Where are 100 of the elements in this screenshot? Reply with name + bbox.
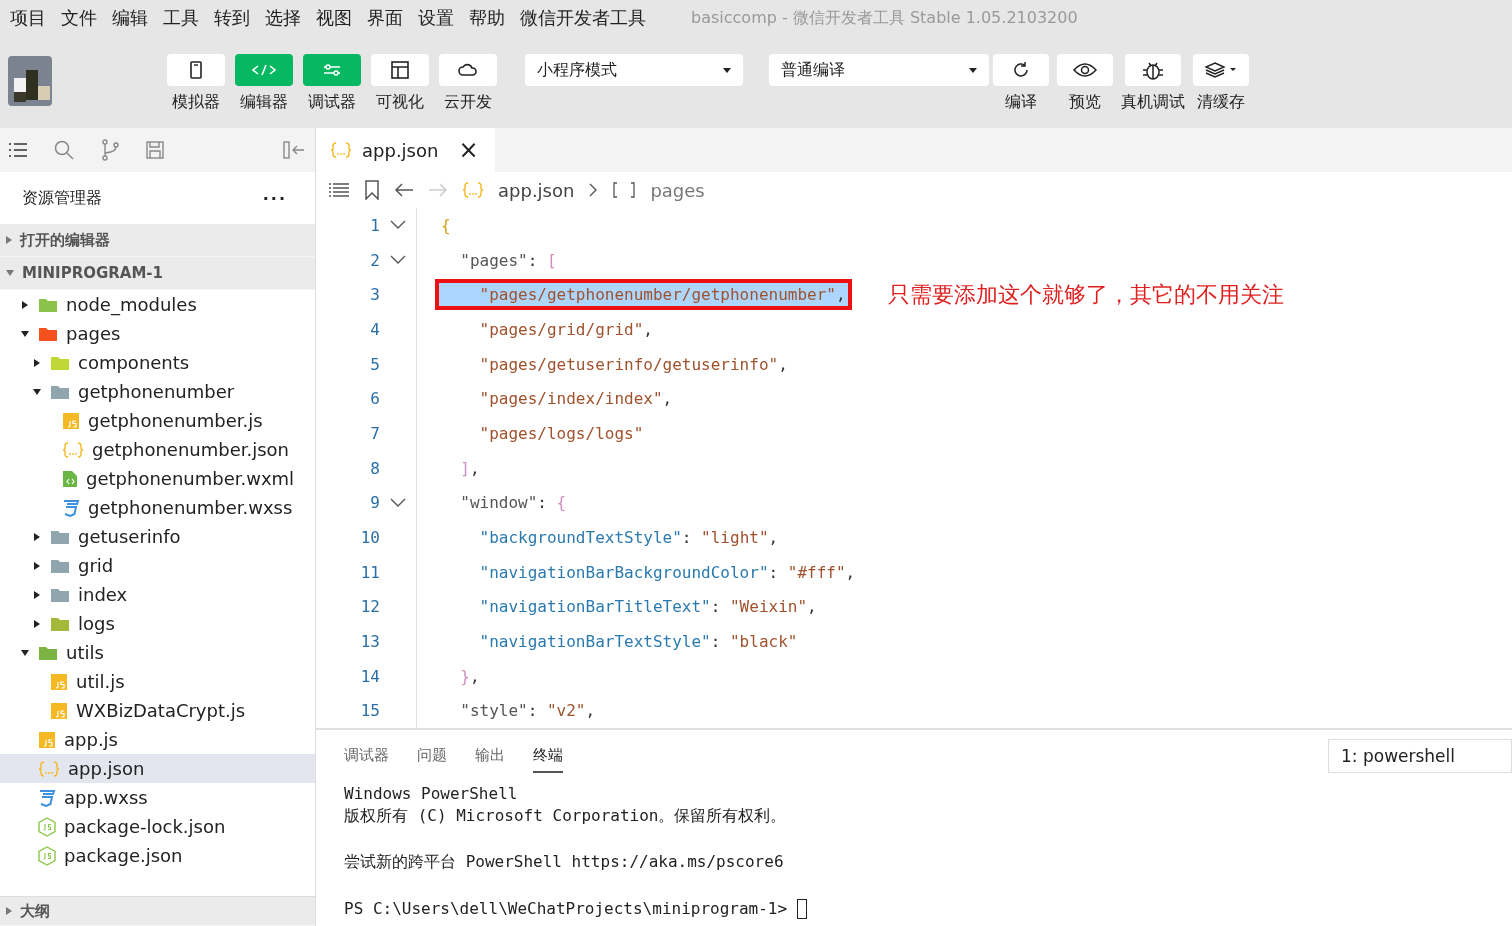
bookmark-icon[interactable]: [364, 180, 380, 200]
file-tree-item[interactable]: getphonenumber.js: [0, 406, 315, 435]
section-header[interactable]: 打开的编辑器: [0, 224, 315, 257]
line-number: 15: [359, 701, 380, 721]
braces-icon: [38, 759, 60, 778]
file-tree-item[interactable]: logs: [0, 609, 315, 638]
code-line: },: [459, 665, 481, 688]
list-icon[interactable]: [8, 142, 28, 158]
hexagon-icon: [38, 816, 56, 837]
view-toggle-button[interactable]: [235, 54, 293, 86]
menu-item[interactable]: 界面: [367, 6, 403, 30]
file-tree-item[interactable]: node_modules: [0, 290, 315, 319]
view-toggle-button[interactable]: [371, 54, 429, 86]
phone-icon: [189, 61, 203, 79]
menu-item[interactable]: 文件: [61, 6, 97, 30]
menu-item[interactable]: 项目: [10, 6, 46, 30]
code-line: "navigationBarTitleText": "Weixin",: [478, 596, 818, 619]
panel-tab[interactable]: 问题: [417, 739, 447, 773]
chevron-icon: [588, 182, 599, 198]
file-tree-item[interactable]: app.js: [0, 725, 315, 754]
branch-icon[interactable]: [100, 139, 120, 161]
file-tree-item[interactable]: getphonenumber.wxml: [0, 464, 315, 493]
cursor-icon: [797, 898, 808, 919]
breadcrumb-item[interactable]: pages: [650, 179, 705, 201]
eye-icon: [1073, 62, 1097, 78]
line-number: 7: [369, 423, 380, 443]
fold-chevron-icon[interactable]: [390, 497, 406, 508]
panel-tab[interactable]: 输出: [475, 739, 505, 773]
file-tree-item[interactable]: util.js: [0, 667, 315, 696]
hexagon-icon: [38, 845, 56, 866]
terminal-output: Windows PowerShell: [344, 784, 518, 804]
toolbar-button[interactable]: [1193, 54, 1249, 86]
braces-icon: [330, 141, 352, 159]
menu-item[interactable]: 转到: [214, 6, 250, 30]
line-number: 9: [369, 493, 380, 513]
section-header[interactable]: 大纲: [0, 896, 315, 926]
save-icon[interactable]: [146, 141, 164, 159]
file-tree-item[interactable]: package-lock.json: [0, 812, 315, 841]
view-toggle-button[interactable]: [439, 54, 497, 86]
sliders-icon: [323, 63, 341, 77]
braces-icon: [62, 440, 84, 459]
editor-tab[interactable]: app.json ×: [316, 128, 495, 172]
file-tree-item[interactable]: index: [0, 580, 315, 609]
search-icon[interactable]: [54, 140, 74, 160]
caret-icon: [969, 68, 977, 73]
file-tree-item[interactable]: pages: [0, 319, 315, 348]
view-label: 可视化: [376, 92, 424, 113]
compile-mode-dropdown[interactable]: 普通编译: [769, 54, 989, 86]
menu-item[interactable]: 微信开发者工具: [520, 6, 646, 30]
fold-chevron-icon[interactable]: [390, 220, 406, 231]
file-tree-item[interactable]: components: [0, 348, 315, 377]
back-arrow-icon[interactable]: [394, 182, 414, 198]
more-button[interactable]: ···: [262, 188, 287, 208]
toolbar-button[interactable]: [993, 54, 1049, 86]
collapse-panel-icon[interactable]: [283, 141, 305, 159]
file-tree-item[interactable]: getuserinfo: [0, 522, 315, 551]
panel-tab[interactable]: 终端: [533, 739, 563, 773]
view-label: 云开发: [444, 92, 492, 113]
menu-item[interactable]: 帮助: [469, 6, 505, 30]
file-tree-item[interactable]: getphonenumber.json: [0, 435, 315, 464]
menu-item[interactable]: 工具: [163, 6, 199, 30]
line-number: 1: [369, 215, 380, 235]
file-tree-item[interactable]: package.json: [0, 841, 315, 870]
file-tree-item[interactable]: getphonenumber: [0, 377, 315, 406]
view-toggle-button[interactable]: [303, 54, 361, 86]
file-tree-item[interactable]: WXBizDataCrypt.js: [0, 696, 315, 725]
menu-item[interactable]: 设置: [418, 6, 454, 30]
section-header[interactable]: MINIPROGRAM-1: [0, 257, 315, 290]
toolbar-label: 编译: [1005, 92, 1037, 113]
line-number: 14: [359, 666, 380, 686]
panel-tab[interactable]: 调试器: [344, 739, 389, 773]
menu-item[interactable]: 视图: [316, 6, 352, 30]
toolbar-button[interactable]: [1057, 54, 1113, 86]
line-number: 13: [359, 632, 380, 652]
file-tree-item[interactable]: app.wxss: [0, 783, 315, 812]
list-icon[interactable]: [328, 182, 350, 198]
brackets-icon: [612, 181, 637, 199]
terminal-select[interactable]: 1: powershell: [1328, 739, 1512, 774]
breadcrumb-item[interactable]: app.json: [498, 179, 575, 201]
file-tree-item[interactable]: grid: [0, 551, 315, 580]
code-line: {: [440, 214, 452, 237]
close-button[interactable]: ×: [458, 136, 479, 164]
toolbar-button[interactable]: [1125, 54, 1181, 86]
braces-icon: [462, 181, 484, 199]
fold-chevron-icon[interactable]: [390, 255, 406, 266]
menu-item[interactable]: 选择: [265, 6, 301, 30]
code-line: "pages/getuserinfo/getuserinfo",: [478, 353, 789, 376]
code-line: "navigationBarTextStyle": "black": [478, 631, 799, 654]
menu-item[interactable]: 编辑: [112, 6, 148, 30]
file-tree-item[interactable]: getphonenumber.wxss: [0, 493, 315, 522]
file-tree-item[interactable]: app.json: [0, 754, 315, 783]
code-line: "pages": [: [459, 249, 558, 272]
mode-dropdown[interactable]: 小程序模式: [525, 54, 743, 86]
css-file-icon: [62, 498, 80, 517]
line-number: 6: [369, 389, 380, 409]
avatar-icon[interactable]: [8, 56, 52, 106]
line-number: 11: [359, 562, 380, 582]
file-tree-item[interactable]: utils: [0, 638, 315, 667]
view-toggle-button[interactable]: [167, 54, 225, 86]
toolbar-label: 清缓存: [1197, 92, 1245, 113]
